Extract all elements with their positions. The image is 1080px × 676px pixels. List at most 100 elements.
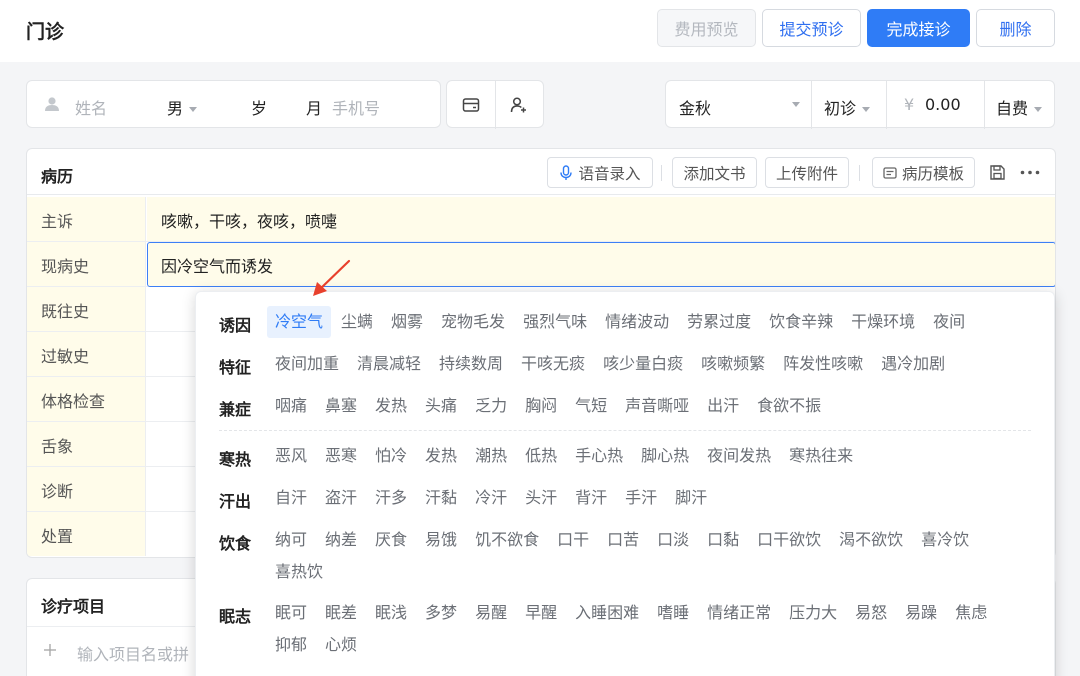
suggestion-tag[interactable]: 眠可 [267,597,315,629]
visit-type-select[interactable]: 初诊 [824,95,871,119]
suggestion-tag[interactable]: 遇冷加剧 [873,348,953,380]
suggestion-tag[interactable]: 潮热 [467,440,515,472]
complete-visit-button[interactable]: 完成接诊 [867,9,970,47]
suggestion-tag[interactable]: 喜冷饮 [913,524,977,556]
treatment-search-input[interactable]: 输入项目名或拼 [77,641,189,665]
suggestion-tag[interactable]: 饮食辛辣 [761,306,841,338]
age-year-unit[interactable]: 岁 [251,95,267,119]
suggestion-tag[interactable]: 持续数周 [431,348,511,380]
suggestion-tag[interactable]: 冷汗 [467,482,515,514]
suggestion-tag[interactable]: 乏力 [467,390,515,422]
suggestion-tag[interactable]: 盗汗 [317,482,365,514]
add-user-icon[interactable] [510,96,528,114]
suggestion-tag[interactable]: 恶寒 [317,440,365,472]
suggestion-tag[interactable]: 出汗 [699,390,747,422]
age-month-unit[interactable]: 月 [306,95,322,119]
suggestion-tag[interactable]: 食欲不振 [749,390,829,422]
suggestion-tag[interactable]: 口干 [549,524,597,556]
suggestion-tag[interactable]: 脚心热 [633,440,697,472]
present-illness-field[interactable]: 因冷空气而诱发 [147,242,1055,287]
suggestion-tag[interactable]: 咳少量白痰 [595,348,691,380]
suggestion-tag[interactable]: 劳累过度 [679,306,759,338]
chevron-down-icon[interactable] [792,102,800,107]
suggestion-tag[interactable]: 厌食 [367,524,415,556]
suggestion-tag[interactable]: 入睡困难 [567,597,647,629]
suggestion-tag[interactable]: 烟雾 [383,306,431,338]
suggestion-tag[interactable]: 低热 [517,440,565,472]
suggestion-tag[interactable]: 阵发性咳嗽 [775,348,871,380]
suggestion-tag[interactable]: 咳嗽频繁 [693,348,773,380]
suggestion-tag[interactable]: 多梦 [417,597,465,629]
more-icon[interactable] [1020,170,1040,175]
suggestion-tag[interactable]: 易饿 [417,524,465,556]
suggestion-tag[interactable]: 声音嘶哑 [617,390,697,422]
suggestion-tag[interactable]: 恶风 [267,440,315,472]
suggestion-tag[interactable]: 脚汗 [667,482,715,514]
suggestion-tag[interactable]: 饥不欲食 [467,524,547,556]
suggestion-tag[interactable]: 自汗 [267,482,315,514]
payment-select[interactable]: 自费 [996,95,1043,119]
suggestion-tag[interactable]: 汗多 [367,482,415,514]
suggestion-tag[interactable]: 纳差 [317,524,365,556]
add-document-button[interactable]: 添加文书 [672,157,757,188]
suggestion-tag[interactable]: 背汗 [567,482,615,514]
suggestion-tag[interactable]: 喜热饮 [267,556,331,588]
suggestion-tag[interactable]: 口黏 [699,524,747,556]
card-icon[interactable] [462,96,480,114]
phone-input[interactable]: 手机号 [332,95,380,119]
voice-input-button[interactable]: 语音录入 [547,157,653,188]
upload-attachment-button[interactable]: 上传附件 [765,157,849,188]
suggestion-tag[interactable]: 怕冷 [367,440,415,472]
suggestion-tag[interactable]: 汗黏 [417,482,465,514]
suggestion-tag[interactable]: 易怒 [847,597,895,629]
gender-select[interactable]: 男 [167,95,198,119]
suggestion-tag[interactable]: 发热 [367,390,415,422]
suggestion-tag[interactable]: 胸闷 [517,390,565,422]
suggestion-tag[interactable]: 清晨减轻 [349,348,429,380]
suggestion-tag[interactable]: 嗜睡 [649,597,697,629]
name-input[interactable]: 姓名 [75,95,107,119]
suggestion-tag[interactable]: 早醒 [517,597,565,629]
suggestion-tag[interactable]: 眠浅 [367,597,415,629]
suggestion-tag[interactable]: 强烈气味 [515,306,595,338]
fee-preview-button[interactable]: 费用预览 [657,9,756,47]
suggestion-tag[interactable]: 干咳无痰 [513,348,593,380]
suggestion-tag[interactable]: 焦虑 [947,597,995,629]
suggestion-tag[interactable]: 抑郁 [267,629,315,661]
suggestion-tag[interactable]: 头汗 [517,482,565,514]
suggestion-tag[interactable]: 易醒 [467,597,515,629]
plus-icon[interactable] [43,643,57,657]
suggestion-tag[interactable]: 尘螨 [333,306,381,338]
suggestion-tag[interactable]: 咽痛 [267,390,315,422]
chief-complaint-field[interactable]: 咳嗽，干咳，夜咳，喷嚏 [147,197,1055,241]
suggestion-tag[interactable]: 夜间 [925,306,973,338]
suggestion-tag[interactable]: 情绪波动 [597,306,677,338]
suggestion-tag[interactable]: 气短 [567,390,615,422]
suggestion-tag[interactable]: 鼻塞 [317,390,365,422]
record-template-button[interactable]: 病历模板 [872,157,975,188]
doctor-select-value[interactable]: 金秋 [679,95,711,119]
suggestion-tag[interactable]: 纳可 [267,524,315,556]
suggestion-tag[interactable]: 手汗 [617,482,665,514]
suggestion-tag[interactable]: 口干欲饮 [749,524,829,556]
suggestion-tag[interactable]: 寒热往来 [781,440,861,472]
suggestion-tag[interactable]: 口淡 [649,524,697,556]
suggestion-tag[interactable]: 眠差 [317,597,365,629]
suggestion-tag[interactable]: 易躁 [897,597,945,629]
suggestion-tag[interactable]: 压力大 [781,597,845,629]
suggestion-tag[interactable]: 夜间发热 [699,440,779,472]
delete-button[interactable]: 删除 [976,9,1055,47]
save-icon[interactable] [989,164,1006,181]
suggestion-tag[interactable]: 冷空气 [267,306,332,338]
suggestion-tag[interactable]: 宠物毛发 [433,306,513,338]
suggestion-tag[interactable]: 干燥环境 [843,306,923,338]
fee-input[interactable]: 0.00 [925,95,961,114]
suggestion-tag[interactable]: 头痛 [417,390,465,422]
suggestion-tag[interactable]: 情绪正常 [699,597,779,629]
suggestion-tag[interactable]: 渴不欲饮 [831,524,911,556]
suggestion-tag[interactable]: 手心热 [567,440,631,472]
suggestion-tag[interactable]: 夜间加重 [267,348,347,380]
submit-prediagnosis-button[interactable]: 提交预诊 [762,9,861,47]
suggestion-tag[interactable]: 心烦 [317,629,365,661]
suggestion-tag[interactable]: 口苦 [599,524,647,556]
